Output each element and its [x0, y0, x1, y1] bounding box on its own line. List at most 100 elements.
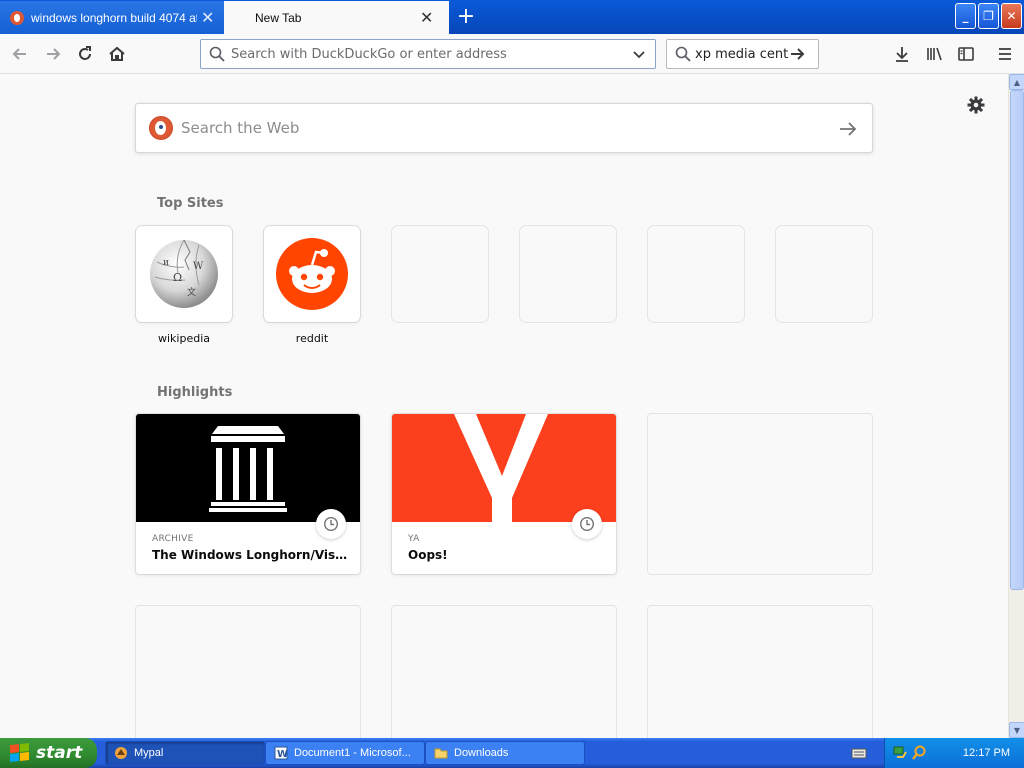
web-search-box[interactable]	[135, 103, 873, 153]
taskbar-item-word[interactable]: W Document1 - Microsof...	[265, 741, 425, 765]
address-bar[interactable]	[200, 39, 656, 69]
top-site-wikipedia[interactable]: Ω W и 文 wikipedia	[136, 226, 232, 345]
card-source: ARCHIVE	[152, 534, 194, 544]
window-controls: _ ❐ ✕	[955, 3, 1022, 29]
sidebar-icon	[958, 47, 974, 61]
highlight-card-placeholder	[648, 606, 872, 738]
highlight-card-placeholder	[648, 414, 872, 574]
svg-text:W: W	[277, 749, 288, 760]
window-close-button[interactable]: ✕	[1001, 3, 1022, 29]
site-label: reddit	[295, 332, 329, 345]
site-tile-placeholder[interactable]	[648, 226, 744, 322]
highlights-heading: Highlights	[157, 385, 233, 400]
taskbar-item-mypal[interactable]: Mypal	[105, 741, 265, 765]
network-icon[interactable]	[893, 745, 909, 761]
search-go-arrow-icon[interactable]	[789, 45, 807, 63]
tab-title: New Tab	[255, 10, 302, 25]
folder-icon	[434, 748, 448, 759]
top-sites-heading: Top Sites	[157, 196, 224, 211]
svg-text:W: W	[193, 261, 204, 272]
site-tile-placeholder[interactable]	[776, 226, 872, 322]
tab-duckduckgo-search[interactable]: windows longhorn build 4074 at DuckDuckG…	[0, 1, 224, 34]
back-button[interactable]	[6, 40, 34, 68]
start-button[interactable]: start	[0, 738, 97, 768]
forward-button[interactable]	[39, 40, 67, 68]
site-tile[interactable]: Ω W и 文	[136, 226, 232, 322]
search-submit-arrow-icon[interactable]	[838, 119, 858, 139]
top-site-empty[interactable]	[776, 226, 872, 345]
tab-strip: windows longhorn build 4074 at DuckDuckG…	[0, 0, 1024, 34]
forward-arrow-icon	[47, 48, 61, 60]
menu-button[interactable]	[991, 40, 1019, 68]
scroll-down-button[interactable]: ▼	[1009, 722, 1024, 738]
svg-text:Ω: Ω	[173, 271, 182, 284]
clock: 12:17 PM	[962, 747, 1010, 759]
tab-new-tab[interactable]: New Tab ✕	[224, 1, 449, 34]
card-source: YA	[408, 534, 420, 544]
minimize-button[interactable]: _	[955, 3, 976, 29]
card-image	[136, 414, 360, 522]
history-clock-icon	[572, 509, 602, 539]
task-label: Document1 - Microsof...	[294, 747, 411, 759]
site-tile[interactable]	[264, 226, 360, 322]
search-icon[interactable]	[911, 745, 927, 761]
tab-title: windows longhorn build 4074 at DuckDuckG…	[31, 10, 197, 25]
mypal-browser-icon	[115, 747, 127, 759]
windows-flag-icon	[10, 743, 30, 763]
top-site-empty[interactable]	[648, 226, 744, 345]
top-site-empty[interactable]	[392, 226, 488, 345]
search-icon	[209, 46, 225, 62]
system-tray: 12:17 PM	[851, 738, 1024, 768]
yandex-y-icon	[454, 414, 548, 522]
top-site-empty[interactable]	[520, 226, 616, 345]
sidebar-toggle-button[interactable]	[952, 40, 980, 68]
close-tab-icon[interactable]: ✕	[201, 9, 214, 26]
new-tab-plus-icon[interactable]: +	[452, 3, 480, 31]
highlight-card-archive[interactable]: ARCHIVE The Windows Longhorn/Vista Ar...	[136, 414, 360, 574]
site-tile-placeholder[interactable]	[392, 226, 488, 322]
svg-text:文: 文	[187, 286, 196, 298]
highlights-grid: ARCHIVE The Windows Longhorn/Vista Ar...…	[136, 414, 872, 738]
web-search-input[interactable]	[181, 119, 821, 137]
svg-text:и: и	[163, 258, 169, 268]
navigation-toolbar	[0, 34, 1024, 74]
close-tab-icon[interactable]: ✕	[420, 9, 433, 26]
search-input[interactable]	[695, 46, 789, 62]
highlight-card-ya[interactable]: YA Oops!	[392, 414, 616, 574]
gear-icon[interactable]	[966, 95, 986, 115]
chevron-down-icon[interactable]	[631, 46, 647, 62]
top-sites-grid: Ω W и 文 wikipedia reddit	[136, 226, 872, 345]
scroll-thumb[interactable]	[1010, 90, 1024, 590]
back-arrow-icon	[12, 48, 26, 60]
reload-icon	[79, 46, 91, 60]
top-site-reddit[interactable]: reddit	[264, 226, 360, 345]
archive-org-icon	[209, 426, 287, 512]
reddit-alien-icon	[276, 238, 348, 310]
restore-button[interactable]: ❐	[978, 3, 999, 29]
keyboard-icon[interactable]	[851, 746, 867, 760]
address-input[interactable]	[231, 46, 621, 62]
library-button[interactable]	[920, 40, 948, 68]
duckduckgo-favicon-icon	[10, 10, 24, 25]
history-clock-icon	[316, 509, 346, 539]
downloads-button[interactable]	[888, 40, 916, 68]
site-tile-placeholder[interactable]	[520, 226, 616, 322]
home-button[interactable]	[103, 40, 131, 68]
highlight-card-placeholder	[392, 606, 616, 738]
card-image	[392, 414, 616, 522]
word-document-icon: W	[274, 746, 288, 760]
task-label: Mypal	[134, 747, 164, 759]
search-icon	[675, 46, 691, 62]
taskbar-item-downloads[interactable]: Downloads	[425, 741, 585, 765]
new-tab-page: Top Sites Ω W и 文 wikipedia	[0, 75, 1008, 738]
hamburger-menu-icon	[999, 48, 1011, 60]
search-bar[interactable]	[666, 39, 819, 69]
task-label: Downloads	[454, 747, 509, 759]
reload-button[interactable]	[71, 40, 99, 68]
windows-taskbar: start Mypal W Document1 - Microsof... Do…	[0, 738, 1024, 768]
vertical-scrollbar[interactable]: ▲ ▼	[1008, 74, 1024, 738]
start-label: start	[36, 743, 83, 763]
scroll-up-button[interactable]: ▲	[1009, 74, 1024, 90]
site-label: wikipedia	[157, 332, 210, 345]
duckduckgo-logo-icon	[149, 116, 173, 140]
